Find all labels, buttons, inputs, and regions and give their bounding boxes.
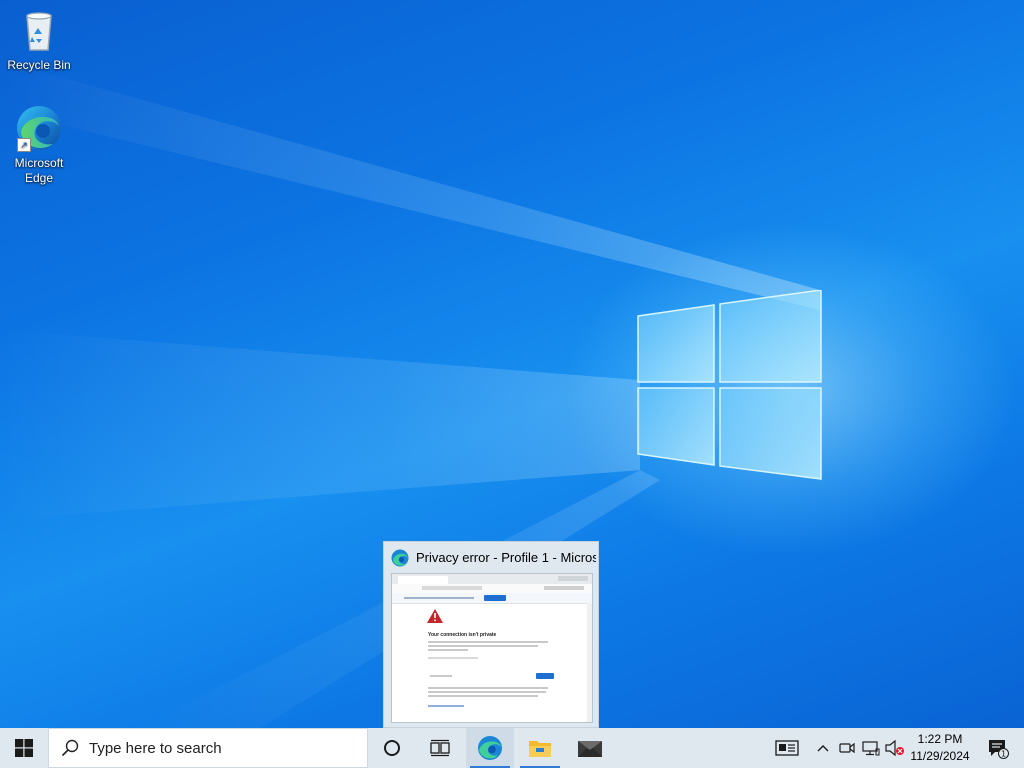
taskbar-app-mail[interactable] bbox=[566, 728, 614, 768]
mail-icon bbox=[578, 741, 602, 757]
snapshot-info-bar bbox=[392, 593, 592, 604]
desktop-icon-edge[interactable]: ↗ Microsoft Edge bbox=[2, 104, 76, 186]
taskbar-thumbnail-preview[interactable]: Privacy error - Profile 1 - Micros... Yo… bbox=[383, 541, 599, 728]
search-icon bbox=[61, 739, 79, 757]
desktop-icon-label: Microsoft Edge bbox=[14, 156, 64, 185]
notification-icon: 1 bbox=[989, 740, 1009, 759]
show-hidden-icons-button[interactable] bbox=[812, 728, 834, 768]
chevron-up-icon bbox=[817, 745, 829, 752]
task-view-icon bbox=[430, 739, 450, 757]
notification-count: 1 bbox=[1001, 750, 1006, 759]
taskbar-clock[interactable]: 1:22 PM 11/29/2024 bbox=[903, 731, 977, 765]
taskbar-app-file-explorer[interactable] bbox=[516, 728, 564, 768]
desktop-icon-recycle-bin[interactable]: Recycle Bin bbox=[2, 6, 76, 73]
taskbar-app-edge[interactable] bbox=[466, 728, 514, 768]
windows-start-icon bbox=[15, 739, 33, 757]
network-icon bbox=[862, 741, 880, 756]
start-button[interactable] bbox=[0, 728, 48, 768]
cortana-circle-icon bbox=[384, 740, 400, 756]
snapshot-tab-bar bbox=[392, 574, 592, 584]
action-center-button[interactable]: 1 bbox=[978, 728, 1018, 768]
search-placeholder: Type here to search bbox=[89, 739, 222, 757]
recycle-bin-icon bbox=[15, 6, 63, 54]
news-interests-button[interactable] bbox=[770, 728, 804, 768]
snapshot-error-heading: Your connection isn't private bbox=[428, 632, 497, 638]
meet-now-button[interactable] bbox=[836, 728, 858, 768]
shortcut-arrow-icon: ↗ bbox=[17, 138, 31, 152]
clock-time: 1:22 PM bbox=[917, 732, 963, 746]
network-button[interactable] bbox=[860, 728, 882, 768]
preview-window-snapshot: Your connection isn't private bbox=[391, 573, 593, 723]
desktop-icon-label: Recycle Bin bbox=[7, 58, 71, 72]
news-icon bbox=[775, 740, 799, 756]
edge-icon bbox=[391, 549, 409, 567]
folder-icon bbox=[529, 741, 551, 757]
cortana-button[interactable] bbox=[372, 728, 412, 768]
taskbar-search-box[interactable]: Type here to search bbox=[48, 728, 368, 768]
edge-icon bbox=[478, 736, 502, 760]
volume-muted-icon bbox=[885, 740, 904, 756]
meet-now-icon bbox=[839, 742, 855, 754]
preview-window-title: Privacy error - Profile 1 - Micros... bbox=[416, 550, 596, 565]
warning-triangle-icon bbox=[427, 609, 443, 623]
windows-logo-wallpaper bbox=[637, 290, 822, 480]
edge-icon: ↗ bbox=[15, 104, 63, 152]
clock-date: 11/29/2024 bbox=[910, 749, 970, 763]
task-view-button[interactable] bbox=[420, 728, 460, 768]
